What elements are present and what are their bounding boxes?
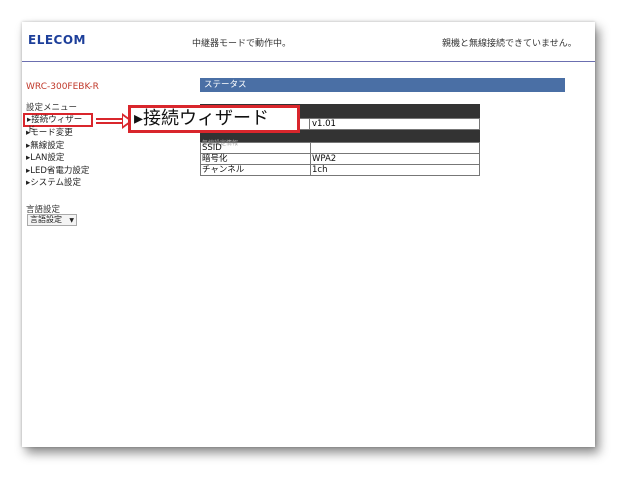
language-select[interactable]: 言語設定 ▼: [27, 214, 77, 226]
header-divider: [22, 61, 595, 62]
info-key-encryption: 暗号化: [200, 153, 311, 165]
settings-menu-title: 設定メニュー: [26, 103, 78, 113]
elecom-logo: ELECOM: [28, 33, 86, 47]
menu-item-lan-settings[interactable]: ▸LAN設定: [26, 152, 93, 165]
cell-divider: [309, 119, 310, 129]
language-select-value: 言語設定: [30, 215, 62, 224]
connection-status-text: 親機と無線接続できていません。: [442, 39, 577, 49]
status-section-header: ステータス: [200, 78, 565, 92]
info-value-channel: 1ch: [310, 164, 480, 176]
info-value-encryption: WPA2: [310, 153, 480, 165]
info-key-ssid: SSID: [200, 142, 311, 154]
firmware-version: v1.01: [312, 119, 336, 129]
table-row: チャンネル 1ch: [200, 164, 480, 176]
connection-wizard-callout: ▸接続ウィザード: [128, 105, 300, 133]
model-name: WRC-300FEBK-R: [26, 82, 99, 92]
menu-item-system-settings[interactable]: ▸システム設定: [26, 177, 93, 190]
menu-item-mode-change[interactable]: ▸モード変更: [26, 127, 93, 140]
menu-item-connection-wizard[interactable]: ▸接続ウィザード: [23, 113, 93, 135]
wireless-info-table: SSID 暗号化 WPA2 チャンネル 1ch: [200, 142, 480, 176]
table-row: SSID: [200, 142, 480, 154]
menu-item-led-power-settings[interactable]: ▸LED省電力設定: [26, 165, 93, 178]
settings-menu: ▸接続ウィザード ▸モード変更 ▸無線設定 ▸LAN設定 ▸LED省電力設定 ▸…: [23, 113, 93, 190]
router-admin-window: ELECOM 中継器モードで動作中。 親機と無線接続できていません。 WRC-3…: [22, 22, 595, 447]
chevron-down-icon: ▼: [69, 217, 74, 224]
table-row: 暗号化 WPA2: [200, 153, 480, 165]
menu-item-wireless-settings[interactable]: ▸無線設定: [26, 140, 93, 153]
mode-status-text: 中継器モードで動作中。: [192, 39, 292, 49]
info-value-ssid: [310, 142, 480, 154]
info-key-channel: チャンネル: [200, 164, 311, 176]
